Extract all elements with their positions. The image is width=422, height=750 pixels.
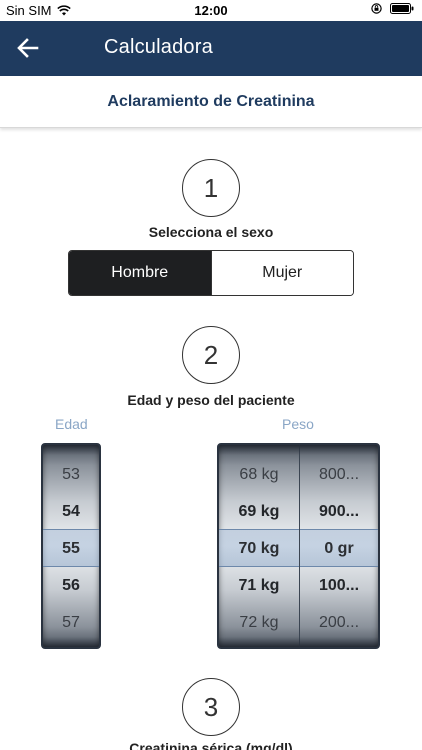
weight-kg-column[interactable]: 68 kg 69 kg 70 kg 71 kg 72 kg xyxy=(219,445,299,647)
gr-option[interactable]: 200... xyxy=(300,604,378,641)
gr-option-selected[interactable]: 0 gr xyxy=(300,530,378,567)
battery-icon xyxy=(390,3,414,14)
gr-option[interactable]: 100... xyxy=(300,567,378,604)
kg-option[interactable]: 72 kg xyxy=(219,604,299,641)
calculator-title: Aclaramiento de Creatinina xyxy=(0,76,422,128)
weight-picker-label: Peso xyxy=(282,416,314,432)
rotation-lock-icon xyxy=(371,3,382,14)
sex-option-hombre[interactable]: Hombre xyxy=(69,251,211,295)
nav-title: Calculadora xyxy=(104,36,213,58)
weight-picker[interactable]: 68 kg 69 kg 70 kg 71 kg 72 kg 800... 900… xyxy=(217,443,380,649)
weight-gr-column[interactable]: 800... 900... 0 gr 100... 200... xyxy=(299,445,378,647)
weight-picker-edge-bottom xyxy=(219,637,378,647)
step-2-label: Edad y peso del paciente xyxy=(127,392,295,408)
age-option[interactable]: 54 xyxy=(43,493,99,530)
age-picker-edge-top xyxy=(43,445,99,455)
age-option[interactable]: 56 xyxy=(43,567,99,604)
kg-option[interactable]: 71 kg xyxy=(219,567,299,604)
age-picker-column[interactable]: 53 54 55 56 57 xyxy=(43,445,99,647)
status-time: 12:00 xyxy=(194,3,228,18)
nav-bar: Calculadora xyxy=(0,21,422,76)
back-arrow-icon[interactable] xyxy=(16,36,40,60)
status-bar: Sin SIM 12:00 xyxy=(0,0,422,21)
weight-picker-edge-top xyxy=(219,445,378,455)
age-picker-edge-bottom xyxy=(43,637,99,647)
step-1-circle: 1 xyxy=(182,159,240,217)
step-3-circle: 3 xyxy=(182,678,240,736)
kg-option[interactable]: 68 kg xyxy=(219,456,299,493)
age-option-selected[interactable]: 55 xyxy=(43,530,99,567)
age-picker-label: Edad xyxy=(55,416,88,432)
gr-option[interactable]: 800... xyxy=(300,456,378,493)
kg-option[interactable]: 69 kg xyxy=(219,493,299,530)
age-option[interactable]: 53 xyxy=(43,456,99,493)
status-right-group xyxy=(371,3,414,14)
kg-option-selected[interactable]: 70 kg xyxy=(219,530,299,567)
gr-option[interactable]: 900... xyxy=(300,493,378,530)
step-1-label: Selecciona el sexo xyxy=(148,224,274,240)
age-picker[interactable]: 53 54 55 56 57 xyxy=(41,443,101,649)
step-2-circle: 2 xyxy=(182,326,240,384)
sex-segmented-control: Hombre Mujer xyxy=(68,250,354,296)
step-3-label: Creatinina sérica (mg/dl) xyxy=(129,740,293,750)
screen: Sin SIM 12:00 Calculadora Aclaramiento d… xyxy=(0,0,422,750)
sex-option-mujer[interactable]: Mujer xyxy=(210,251,353,295)
age-option[interactable]: 57 xyxy=(43,604,99,641)
